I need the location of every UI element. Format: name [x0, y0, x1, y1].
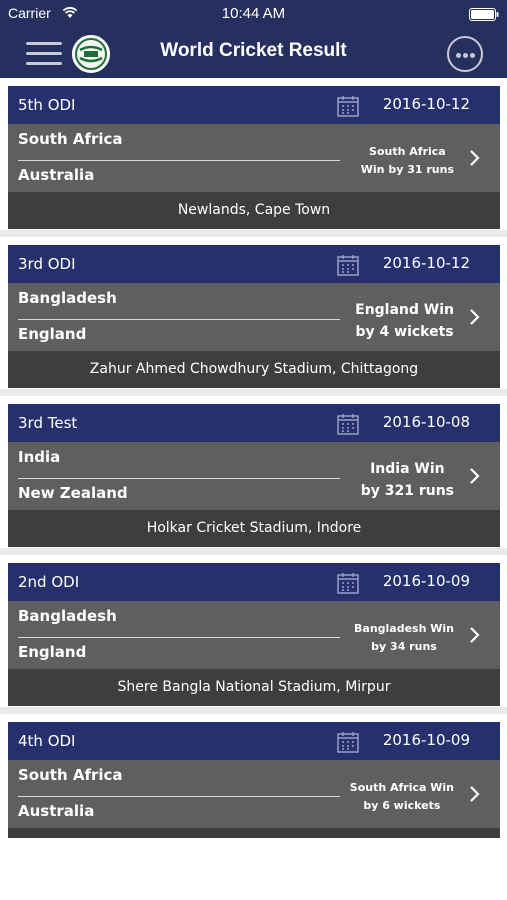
calendar-icon [337, 255, 359, 276]
match-card: 5th ODI 2016-10-12 South Africa Australi… [0, 78, 507, 230]
result-line-2: by 4 wickets [355, 324, 454, 340]
team-b-name: England [18, 325, 87, 343]
team-divider [18, 796, 340, 797]
status-time: 10:44 AM [221, 5, 286, 22]
venue-name: Newlands, Cape Town [177, 202, 331, 218]
match-type: 2nd ODI [18, 573, 80, 591]
match-result-row[interactable]: Bangladesh England England Win by 4 wick… [8, 283, 500, 351]
navigation-bar: World Cricket Result [0, 28, 507, 78]
match-result: South Africa Win by 31 runs [361, 143, 454, 179]
calendar-icon [337, 96, 359, 117]
match-card: 4th ODI 2016-10-09 South Africa Australi… [0, 714, 507, 838]
match-result: South Africa Win by 6 wickets [350, 779, 454, 815]
match-result: India Win by 321 runs [361, 458, 454, 502]
venue-bar: Zahur Ahmed Chowdhury Stadium, Chittagon… [8, 351, 500, 388]
venue-bar: Newlands, Cape Town [8, 192, 500, 229]
team-a-name: Bangladesh [18, 607, 117, 625]
chevron-right-icon [470, 309, 480, 325]
venue-bar [8, 828, 500, 838]
result-line-2: by 321 runs [360, 483, 454, 499]
match-type: 3rd Test [18, 414, 78, 432]
result-line-1: South Africa [369, 145, 446, 158]
chevron-right-icon [470, 150, 480, 166]
calendar-icon [337, 414, 359, 435]
team-divider [18, 637, 340, 638]
more-options-icon[interactable] [447, 36, 483, 72]
team-a-name: Bangladesh [18, 289, 117, 307]
status-bar: Carrier 10:44 AM [0, 0, 507, 28]
result-line-1: England Win [355, 302, 454, 318]
match-card: 3rd ODI 2016-10-12 Bangladesh England En… [0, 237, 507, 389]
venue-bar: Holkar Cricket Stadium, Indore [8, 510, 500, 547]
match-card: 3rd Test 2016-10-08 India New Zealand In… [0, 396, 507, 548]
result-line-1: Bangladesh Win [354, 622, 454, 635]
page-title: World Cricket Result [160, 40, 347, 61]
match-type: 5th ODI [18, 96, 76, 114]
match-header: 3rd Test 2016-10-08 [8, 404, 500, 442]
venue-name: Shere Bangla National Stadium, Mirpur [117, 679, 391, 695]
result-line-1: South Africa Win [349, 781, 454, 794]
match-type: 3rd ODI [18, 255, 76, 273]
match-card: 2nd ODI 2016-10-09 Bangladesh England Ba… [0, 555, 507, 707]
match-result-row[interactable]: India New Zealand India Win by 321 runs [8, 442, 500, 510]
team-b-name: New Zealand [18, 484, 128, 502]
team-divider [18, 160, 340, 161]
match-type: 4th ODI [18, 732, 76, 750]
team-a-name: South Africa [18, 130, 123, 148]
match-date: 2016-10-12 [382, 95, 470, 113]
battery-icon [469, 8, 499, 21]
match-result-row[interactable]: Bangladesh England Bangladesh Win by 34 … [8, 601, 500, 669]
chevron-right-icon [470, 627, 480, 643]
team-b-name: Australia [18, 166, 95, 184]
match-result-row[interactable]: South Africa Australia South Africa Win … [8, 124, 500, 192]
result-line-2: by 34 runs [371, 640, 437, 653]
match-result-row[interactable]: South Africa Australia South Africa Win … [8, 760, 500, 828]
venue-name: Zahur Ahmed Chowdhury Stadium, Chittagon… [89, 361, 419, 377]
match-list[interactable]: 5th ODI 2016-10-12 South Africa Australi… [0, 78, 507, 838]
match-result: Bangladesh Win by 34 runs [354, 620, 454, 656]
team-b-name: England [18, 643, 87, 661]
chevron-right-icon [470, 468, 480, 484]
result-line-2: Win by 31 runs [360, 163, 454, 176]
team-a-name: India [18, 448, 61, 466]
match-result: England Win by 4 wickets [355, 299, 454, 343]
match-date: 2016-10-08 [382, 413, 470, 431]
match-date: 2016-10-09 [382, 572, 470, 590]
team-divider [18, 319, 340, 320]
team-b-name: Australia [18, 802, 95, 820]
match-date: 2016-10-09 [382, 731, 470, 749]
result-line-1: India Win [370, 461, 445, 477]
match-header: 2nd ODI 2016-10-09 [8, 563, 500, 601]
match-header: 4th ODI 2016-10-09 [8, 722, 500, 760]
match-date: 2016-10-12 [382, 254, 470, 272]
match-header: 3rd ODI 2016-10-12 [8, 245, 500, 283]
venue-bar: Shere Bangla National Stadium, Mirpur [8, 669, 500, 706]
team-divider [18, 478, 340, 479]
calendar-icon [337, 573, 359, 594]
calendar-icon [337, 732, 359, 753]
team-a-name: South Africa [18, 766, 123, 784]
venue-name: Holkar Cricket Stadium, Indore [146, 520, 362, 536]
chevron-right-icon [470, 786, 480, 802]
match-header: 5th ODI 2016-10-12 [8, 86, 500, 124]
result-line-2: by 6 wickets [363, 799, 441, 812]
